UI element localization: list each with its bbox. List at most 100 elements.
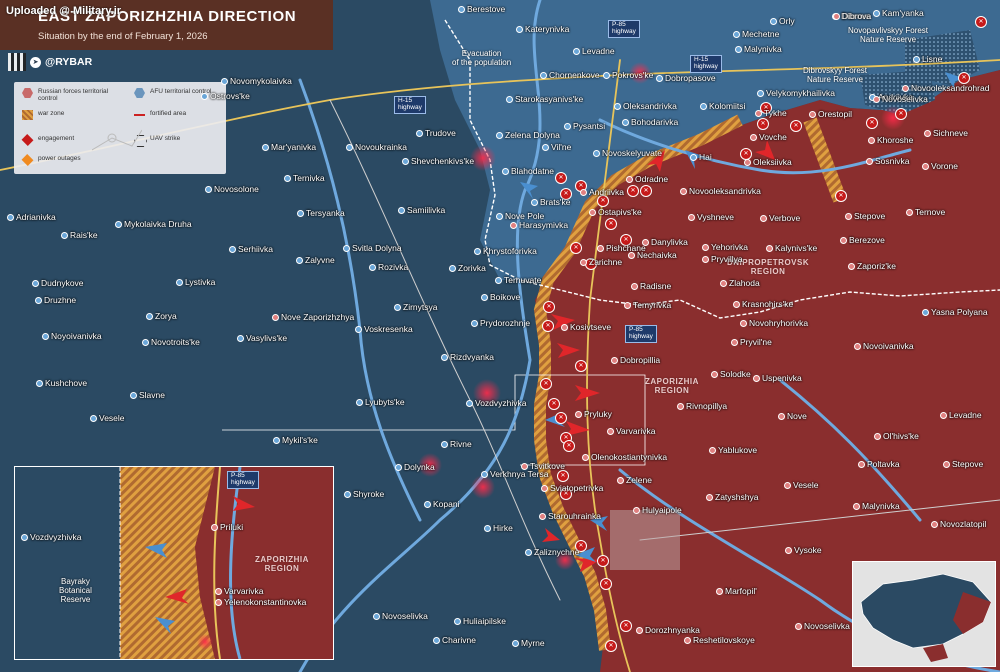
settlement-nechaivka[interactable]: Nechaivka xyxy=(628,251,677,260)
settlement-boikove[interactable]: Boikove xyxy=(481,293,520,302)
settlement-malynivka[interactable]: Malynivka xyxy=(735,45,782,54)
settlement-levadne[interactable]: Levadne xyxy=(573,47,615,56)
settlement-novosolone[interactable]: Novosolone xyxy=(205,185,259,194)
settlement-samiilivka[interactable]: Samiilivka xyxy=(398,206,445,215)
settlement-dibrova[interactable]: Dibrova xyxy=(833,12,871,21)
settlement-blahodatne[interactable]: Blahodatne xyxy=(502,167,554,176)
settlement-starokasyanivs-ke[interactable]: Starokasyanivs'ke xyxy=(506,95,583,104)
settlement-kolomiitsi[interactable]: Kolomiitsi xyxy=(700,102,745,111)
settlement-hirke[interactable]: Hirke xyxy=(484,524,513,533)
inset-place[interactable]: Vozdvyzhivka xyxy=(21,533,82,542)
settlement-novohryhorivka[interactable]: Novohryhorivka xyxy=(740,319,808,328)
map-canvas[interactable]: ✕ ✕ ✕ ✕ ✕ ✕ ✕ ✕ ✕ ✕ ✕ ✕ ✕ ✕ ✕ ✕ ✕ ✕ ✕ ✕ ✕ ✕ ✕ ✕ ✕ ✕ ✕ ✕ ✕ ✕ ✕ ✕ ✕ ✕ East … xyxy=(0,0,1000,672)
settlement-oleksiivka[interactable]: Oleksiivka xyxy=(744,158,792,167)
settlement-mechetne[interactable]: Mechetne xyxy=(733,30,779,39)
settlement-ol-hivs-ke[interactable]: Ol'hivs'ke xyxy=(874,432,919,441)
settlement-stepove[interactable]: Stepove xyxy=(845,212,885,221)
settlement-rivnopillya[interactable]: Rivnopillya xyxy=(677,402,727,411)
settlement-uspenivka[interactable]: Uspenivka xyxy=(753,374,802,383)
settlement-nove-zaporizhzhya[interactable]: Nove Zaporizhzhya xyxy=(272,313,354,322)
settlement-novomykolaivka[interactable]: Novomykolaivka xyxy=(221,77,292,86)
settlement-dolynka[interactable]: Dolynka xyxy=(395,463,435,472)
settlement-vesele[interactable]: Vesele xyxy=(784,481,819,490)
settlement-rozivka[interactable]: Rozivka xyxy=(369,263,408,272)
settlement-orestopil[interactable]: Orestopil xyxy=(809,110,852,119)
settlement-khoroshe[interactable]: Khoroshe xyxy=(868,136,913,145)
settlement-noyoivanivka[interactable]: Noyoivanivka xyxy=(42,332,102,341)
settlement-malynivka[interactable]: Malynivka xyxy=(853,502,900,511)
settlement-lystivka[interactable]: Lystivka xyxy=(176,278,215,287)
settlement-dobropasove[interactable]: Dobropasove xyxy=(656,74,716,83)
settlement-tersyanka[interactable]: Tersyanka xyxy=(297,209,345,218)
settlement-rais-ke[interactable]: Rais'ke xyxy=(61,231,98,240)
settlement-poltavka[interactable]: Poltavka xyxy=(858,460,900,469)
settlement-marfopil-[interactable]: Marfopil' xyxy=(716,587,757,596)
settlement-vil-ne[interactable]: Vil'ne xyxy=(542,143,571,152)
settlement-radisne[interactable]: Radisne xyxy=(631,282,671,291)
telegram-icon[interactable]: ➤ xyxy=(30,56,41,68)
settlement-yasna-polyana[interactable]: Yasna Polyana xyxy=(922,308,988,317)
settlement-krasnohirs-ke[interactable]: Krasnohirs'ke xyxy=(733,300,793,309)
settlement-hulyaipole[interactable]: Hulyaipole xyxy=(633,506,682,515)
settlement-novooleksandrivka[interactable]: Novooleksandrivka xyxy=(680,187,761,196)
settlement-pryvil-ne[interactable]: Pryvil'ne xyxy=(731,338,772,347)
settlement-verkhnya-tersa[interactable]: Verkhnya Tersa xyxy=(481,470,548,479)
settlement-kosivtseve[interactable]: Kosivtseve xyxy=(561,323,611,332)
settlement-mar-yanivka[interactable]: Mar'yanivka xyxy=(262,143,316,152)
inset-place[interactable]: Yelenokonstantinovka xyxy=(215,598,306,607)
settlement-pysantsi[interactable]: Pysantsi xyxy=(564,122,605,131)
inset-place[interactable]: Varvarivka xyxy=(215,587,264,596)
settlement-harasymivka[interactable]: Harasymivka xyxy=(510,221,568,230)
settlement-bohodarivka[interactable]: Bohodarivka xyxy=(622,118,678,127)
settlement-ternuvate[interactable]: Ternuvate xyxy=(495,276,541,285)
settlement-yablukove[interactable]: Yablukove xyxy=(709,446,757,455)
settlement-katerynivka[interactable]: Katerynivka xyxy=(516,25,569,34)
settlement-khrystoforivka[interactable]: Khrystoforivka xyxy=(474,247,537,256)
settlement-vorone[interactable]: Vorone xyxy=(922,162,958,171)
settlement-verbove[interactable]: Verbove xyxy=(760,214,800,223)
settlement-stepove[interactable]: Stepove xyxy=(943,460,983,469)
settlement-pryvillya[interactable]: Pryvillya xyxy=(702,255,743,264)
settlement-druzhne[interactable]: Druzhne xyxy=(35,296,76,305)
settlement-danylivka[interactable]: Danylivka xyxy=(642,238,688,247)
settlement-novoselivka[interactable]: Novoselivka xyxy=(873,95,928,104)
settlement-trudove[interactable]: Trudove xyxy=(416,129,456,138)
settlement-oleksandrivka[interactable]: Oleksandrivka xyxy=(614,102,677,111)
settlement-novoivanivka[interactable]: Novoivanivka xyxy=(854,342,914,351)
settlement-zaporiz-ke[interactable]: Zaporiz'ke xyxy=(848,262,896,271)
settlement-kalynivs-ke[interactable]: Kalynivs'ke xyxy=(766,244,817,253)
settlement-slavne[interactable]: Slavne xyxy=(130,391,165,400)
settlement-sosnivka[interactable]: Sosnivka xyxy=(866,157,910,166)
settlement-sviatopetrivka[interactable]: Sviatopetrivka xyxy=(541,484,603,493)
settlement-novoukrainka[interactable]: Novoukrainka xyxy=(346,143,407,152)
settlement-novooleksandrohrad[interactable]: Novooleksandrohrad xyxy=(902,84,989,93)
settlement-dudnykove[interactable]: Dudnykove xyxy=(32,279,84,288)
settlement-mykil-s-ke[interactable]: Mykil's'ke xyxy=(273,436,318,445)
settlement-zaliznychne[interactable]: Zaliznychne xyxy=(525,548,579,557)
settlement-lyubyts-ke[interactable]: Lyubyts'ke xyxy=(356,398,405,407)
settlement-ostapivs-ke[interactable]: Ostapivs'ke xyxy=(589,208,642,217)
settlement-shyroke[interactable]: Shyroke xyxy=(344,490,384,499)
inset-place[interactable]: Priluki xyxy=(211,523,243,532)
settlement-yehorivka[interactable]: Yehorivka xyxy=(702,243,748,252)
settlement-novoselivka[interactable]: Novoselivka xyxy=(373,612,428,621)
settlement-olenokostiantynivka[interactable]: Olenokostiantynivka xyxy=(582,453,667,462)
settlement-velykomykhailivka[interactable]: Velykomykhailivka xyxy=(757,89,835,98)
settlement-kam-yanka[interactable]: Kam'yanka xyxy=(873,9,924,18)
settlement-serhiivka[interactable]: Serhiivka xyxy=(229,245,273,254)
settlement-novoskelyuvate[interactable]: Novoskelyuvate xyxy=(593,149,662,158)
settlement-starouhrainka[interactable]: Starouhrainka xyxy=(539,512,601,521)
settlement-zelene[interactable]: Zelene xyxy=(617,476,652,485)
settlement-rizdvyanka[interactable]: Rizdvyanka xyxy=(441,353,494,362)
settlement-vesele[interactable]: Vesele xyxy=(90,414,125,423)
settlement-huliaipilske[interactable]: Huliaipilske xyxy=(454,617,506,626)
settlement-vyshneve[interactable]: Vyshneve xyxy=(688,213,734,222)
settlement-berestove[interactable]: Berestove xyxy=(458,5,505,14)
inset-map[interactable]: ZAPORIZHIA REGION P-85 highway Bayraky B… xyxy=(14,466,334,660)
settlement-adrianivka[interactable]: Adrianivka xyxy=(7,213,56,222)
settlement-lisne[interactable]: Lisne xyxy=(913,55,942,64)
settlement-kushchove[interactable]: Kushchove xyxy=(36,379,87,388)
settlement-prydorozhnje[interactable]: Prydorozhnje xyxy=(471,319,530,328)
settlement-zorivka[interactable]: Zorivka xyxy=(449,264,486,273)
settlement-tykhe[interactable]: Tykhe xyxy=(755,109,787,118)
